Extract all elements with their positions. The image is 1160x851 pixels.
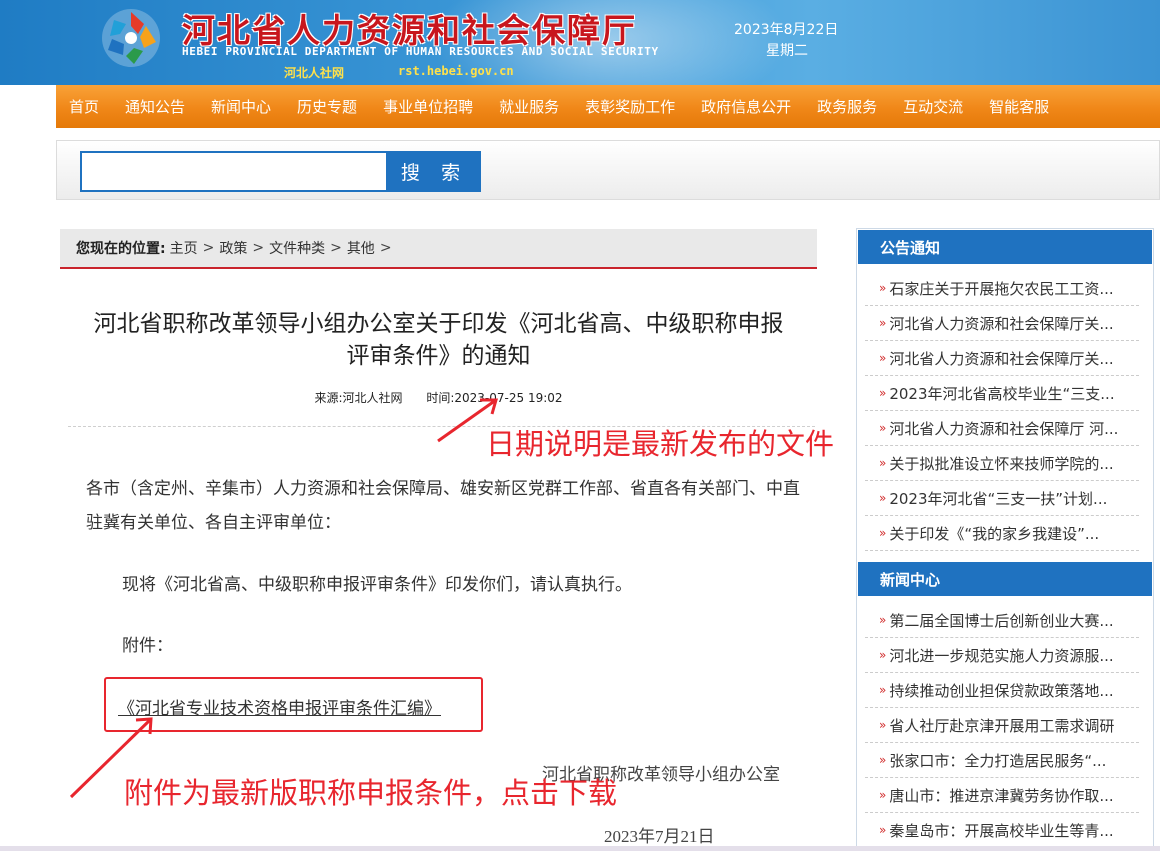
list-item[interactable]: » 秦皇岛市：开展高校毕业生等青... xyxy=(865,813,1139,848)
site-title-en: HEBEI PROVINCIAL DEPARTMENT OF HUMAN RES… xyxy=(182,45,659,58)
header-date: 2023年8月22日 xyxy=(734,22,839,38)
list-item[interactable]: » 唐山市：推进京津冀劳务协作取... xyxy=(865,778,1139,813)
list-item-text: 关于印发《“我的家乡我建设”... xyxy=(889,524,1100,543)
breadcrumb-item-other[interactable]: 其他 xyxy=(347,238,375,258)
article-title-line2: 评审条件》的通知 xyxy=(346,343,531,369)
list-item[interactable]: » 张家口市：全力打造居民服务“... xyxy=(865,743,1139,778)
article-source: 来源:河北人社网 xyxy=(314,391,403,405)
article-time: 时间:2023-07-25 19:02 xyxy=(426,391,563,405)
nav-item-news[interactable]: 新闻中心 xyxy=(198,96,284,117)
list-item[interactable]: » 石家庄关于开展拖欠农民工工资... xyxy=(865,271,1139,306)
list-item-text: 石家庄关于开展拖欠农民工工资... xyxy=(889,279,1114,298)
chevron-right-icon: » xyxy=(879,456,887,470)
list-item-text: 2023年河北省高校毕业生“三支... xyxy=(889,384,1115,403)
notice-list: » 石家庄关于开展拖欠农民工工资... » 河北省人力资源和社会保障厅关... » 河… xyxy=(857,265,1153,551)
sidebar-news-title[interactable]: 新闻中心 xyxy=(858,562,1152,596)
list-item[interactable]: » 河北省人力资源和社会保障厅关... xyxy=(865,341,1139,376)
header-weekday: 星期二 xyxy=(766,43,808,59)
sidebar: 公告通知 » 石家庄关于开展拖欠农民工工资... » 河北省人力资源和社会保障厅关.… xyxy=(856,228,1154,851)
search-input[interactable] xyxy=(80,151,388,192)
list-item[interactable]: » 河北省人力资源和社会保障厅 河... xyxy=(865,411,1139,446)
list-item-text: 持续推动创业担保贷款政策落地... xyxy=(889,681,1114,700)
article-addressee: 各市（含定州、辛集市）人力资源和社会保障局、雄安新区党群工作部、省直各有关部门、… xyxy=(86,479,800,532)
list-item-text: 省人社厅赴京津开展用工需求调研 xyxy=(889,716,1115,735)
breadcrumb-label: 您现在的位置: xyxy=(76,241,166,257)
nav-item-history[interactable]: 历史专题 xyxy=(284,96,370,117)
list-item[interactable]: » 河北进一步规范实施人力资源服... xyxy=(865,638,1139,673)
page: 河北省人力资源和社会保障厅 HEBEI PROVINCIAL DEPARTMEN… xyxy=(0,0,1160,851)
chevron-right-icon: » xyxy=(879,718,887,732)
nav-item-recruitment[interactable]: 事业单位招聘 xyxy=(370,96,486,117)
news-list: » 第二届全国博士后创新创业大赛... » 河北进一步规范实施人力资源服... » 持… xyxy=(857,597,1153,848)
nav-item-employment[interactable]: 就业服务 xyxy=(486,96,572,117)
nav-item-home[interactable]: 首页 xyxy=(56,96,112,117)
chevron-right-icon: » xyxy=(879,613,887,627)
site-short-name: 河北人社网 xyxy=(284,66,345,80)
list-item-text: 2023年河北省“三支一扶”计划... xyxy=(889,489,1108,508)
nav-item-gov-info[interactable]: 政府信息公开 xyxy=(688,96,804,117)
chevron-right-icon: » xyxy=(879,316,887,330)
list-item-text: 河北进一步规范实施人力资源服... xyxy=(889,646,1114,665)
chevron-right-icon: » xyxy=(879,421,887,435)
breadcrumb-item-doc-type[interactable]: 文件种类 xyxy=(269,238,325,258)
nav-item-services[interactable]: 政务服务 xyxy=(804,96,890,117)
nav-item-interaction[interactable]: 互动交流 xyxy=(890,96,976,117)
list-item[interactable]: » 持续推动创业担保贷款政策落地... xyxy=(865,673,1139,708)
annotation-attachment-note: 附件为最新版职称申报条件，点击下载 xyxy=(124,776,618,810)
annotation-highlight-box xyxy=(104,677,483,732)
list-item-text: 河北省人力资源和社会保障厅 河... xyxy=(889,419,1119,438)
list-item[interactable]: » 第二届全国博士后创新创业大赛... xyxy=(865,603,1139,638)
list-item[interactable]: » 河北省人力资源和社会保障厅关... xyxy=(865,306,1139,341)
breadcrumb-separator: > xyxy=(379,240,392,256)
nav-item-awards[interactable]: 表彰奖励工作 xyxy=(572,96,688,117)
main-nav: 首页 通知公告 新闻中心 历史专题 事业单位招聘 就业服务 表彰奖励工作 政府信… xyxy=(56,85,1160,128)
attachment-label: 附件： xyxy=(122,636,173,655)
article-title-line1: 河北省职称改革领导小组办公室关于印发《河北省高、中级职称申报 xyxy=(93,311,784,337)
bottom-bar xyxy=(0,846,1160,851)
chevron-right-icon: » xyxy=(879,753,887,767)
annotation-date-note: 日期说明是最新发布的文件 xyxy=(486,427,835,461)
nav-item-notices[interactable]: 通知公告 xyxy=(112,96,198,117)
list-item-text: 河北省人力资源和社会保障厅关... xyxy=(889,314,1114,333)
list-item-text: 河北省人力资源和社会保障厅关... xyxy=(889,349,1114,368)
list-item-text: 关于拟批准设立怀来技师学院的... xyxy=(889,454,1114,473)
nav-item-smart-service[interactable]: 智能客服 xyxy=(976,96,1062,117)
article-paragraph: 现将《河北省高、中级职称申报评审条件》印发你们，请认真执行。 xyxy=(122,575,632,594)
list-item[interactable]: » 2023年河北省“三支一扶”计划... xyxy=(865,481,1139,516)
breadcrumb-separator: > xyxy=(330,240,342,256)
breadcrumb-separator: > xyxy=(252,240,265,256)
breadcrumb-item-policy[interactable]: 政策 xyxy=(219,238,247,258)
list-item[interactable]: » 关于印发《“我的家乡我建设”... xyxy=(865,516,1139,551)
breadcrumb-item-home[interactable]: 主页 xyxy=(170,238,198,258)
breadcrumb-separator: > xyxy=(202,240,215,256)
chevron-right-icon: » xyxy=(879,351,887,365)
list-item-text: 唐山市：推进京津冀劳务协作取... xyxy=(889,786,1114,805)
chevron-right-icon: » xyxy=(879,526,887,540)
list-item-text: 第二届全国博士后创新创业大赛... xyxy=(889,611,1114,630)
search-button[interactable]: 搜 索 xyxy=(388,151,481,192)
chevron-right-icon: » xyxy=(879,386,887,400)
chevron-right-icon: » xyxy=(879,788,887,802)
site-url: rst.hebei.gov.cn xyxy=(398,64,514,78)
article-meta: 来源:河北人社网 时间:2023-07-25 19:02 xyxy=(60,389,817,406)
chevron-right-icon: » xyxy=(879,648,887,662)
chevron-right-icon: » xyxy=(879,823,887,837)
list-item[interactable]: » 关于拟批准设立怀来技师学院的... xyxy=(865,446,1139,481)
site-header: 河北省人力资源和社会保障厅 HEBEI PROVINCIAL DEPARTMEN… xyxy=(0,0,1160,85)
site-logo-icon[interactable] xyxy=(98,4,164,70)
list-item[interactable]: » 省人社厅赴京津开展用工需求调研 xyxy=(865,708,1139,743)
list-item-text: 秦皇岛市：开展高校毕业生等青... xyxy=(889,821,1114,840)
sidebar-notice-title[interactable]: 公告通知 xyxy=(858,230,1152,264)
chevron-right-icon: » xyxy=(879,281,887,295)
chevron-right-icon: » xyxy=(879,683,887,697)
list-item[interactable]: » 2023年河北省高校毕业生“三支... xyxy=(865,376,1139,411)
article-sign-date: 2023年7月21日 xyxy=(604,827,715,846)
breadcrumb: 您现在的位置: 主页 > 政策 > 文件种类 > 其他 > xyxy=(60,229,817,269)
article-title: 河北省职称改革领导小组办公室关于印发《河北省高、中级职称申报 评审条件》的通知 xyxy=(60,308,817,372)
list-item-text: 张家口市：全力打造居民服务“... xyxy=(889,751,1107,770)
chevron-right-icon: » xyxy=(879,491,887,505)
